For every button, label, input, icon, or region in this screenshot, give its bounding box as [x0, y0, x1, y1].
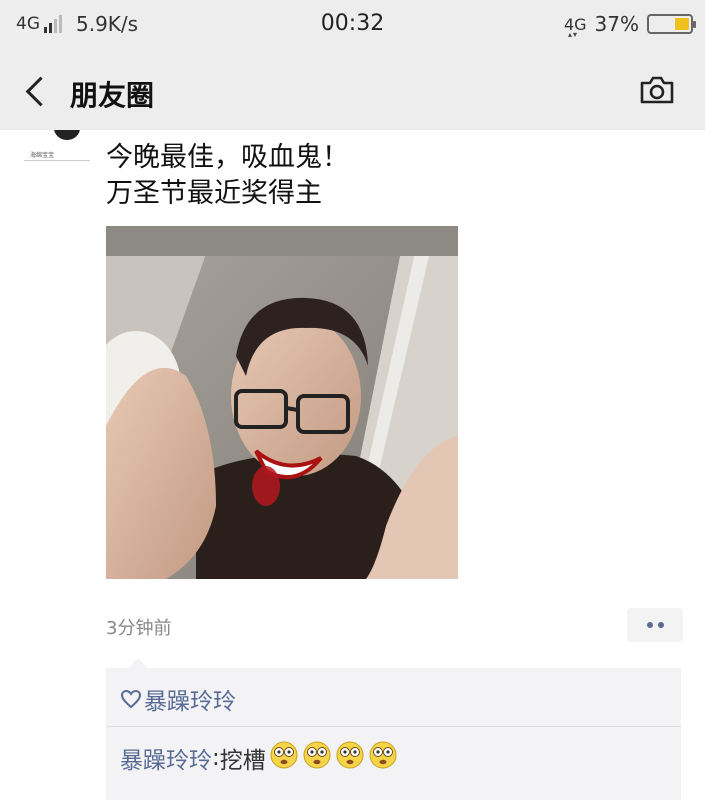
dot-icon [657, 622, 664, 628]
comment-row[interactable]: 暴躁玲玲 : 挖槽 [120, 740, 398, 776]
page-title: 朋友圈 [70, 79, 155, 112]
comment-text: 挖槽 [219, 748, 266, 774]
status-bar: 4G 5.9K/s 00:32 4G 37% [0, 0, 705, 50]
comment-separator: : [212, 745, 220, 771]
camera-icon [640, 76, 674, 104]
nav-bar: 朋友圈 [0, 50, 705, 130]
post-photo[interactable] [106, 226, 458, 579]
dizzy-face-icon [303, 741, 331, 769]
like-user-link[interactable]: 暴躁玲玲 [144, 682, 236, 716]
comment-author-link[interactable]: 暴躁玲玲 [120, 741, 212, 775]
dizzy-face-icon [270, 741, 298, 769]
back-button[interactable] [18, 68, 58, 112]
post-text: 今晚最佳，吸血鬼！ 万圣节最近奖得主 [106, 140, 349, 212]
camera-button[interactable] [639, 75, 675, 105]
likes-row: 暴躁玲玲 [120, 682, 236, 716]
divider [106, 726, 681, 727]
avatar[interactable]: 海绵宝宝 [24, 130, 90, 161]
avatar-caption: 海绵宝宝 [30, 152, 55, 159]
more-actions-button[interactable] [627, 608, 683, 642]
photo-image [106, 226, 458, 579]
battery-icon [647, 14, 696, 34]
dizzy-face-icon [336, 741, 364, 769]
status-right: 4G 37% [564, 12, 696, 39]
comment-emojis [266, 740, 398, 776]
heart-outline-icon [120, 689, 142, 709]
dizzy-face-icon [369, 741, 397, 769]
dot-icon [646, 622, 653, 628]
post-time: 3分钟前 [106, 618, 172, 639]
network-type-right: 4G [564, 15, 587, 39]
battery-percent: 37% [594, 12, 639, 36]
post-text-line: 万圣节最近奖得主 [106, 178, 322, 209]
interactions-box: 暴躁玲玲 暴躁玲玲 : 挖槽 [106, 658, 681, 800]
post-text-line: 今晚最佳，吸血鬼！ [106, 142, 349, 173]
